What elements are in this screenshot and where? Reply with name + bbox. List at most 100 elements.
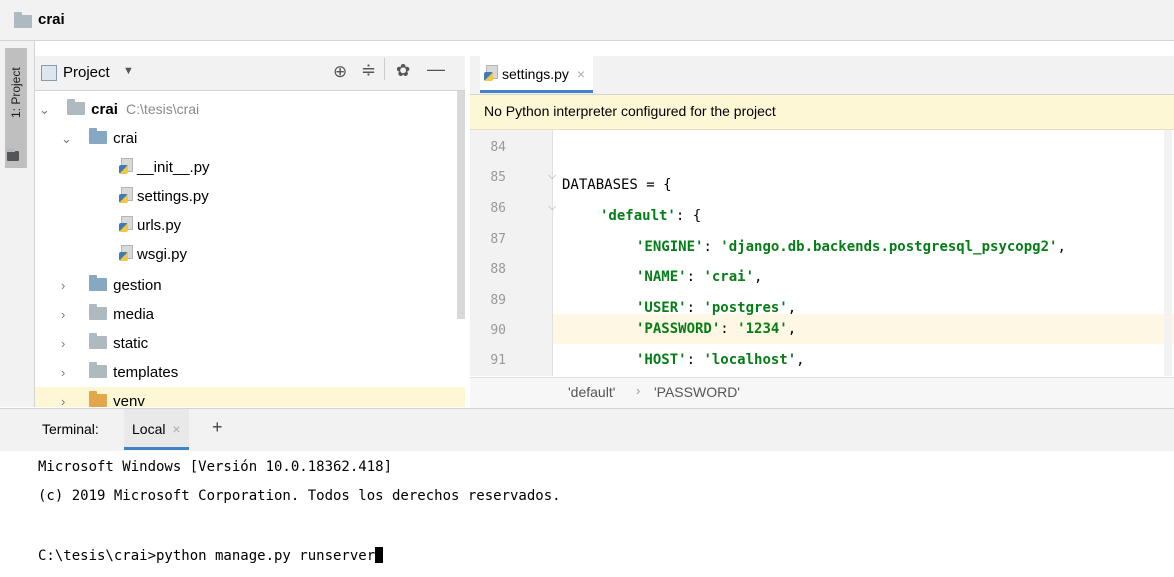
package-folder-icon xyxy=(89,275,108,291)
chevron-right-icon[interactable]: › xyxy=(61,329,75,358)
tool-window-stripe: 1: Project xyxy=(0,41,35,407)
folder-icon xyxy=(7,148,19,161)
chevron-down-icon[interactable]: ⌄ xyxy=(61,124,75,153)
editor-tab-bar: settings.py × xyxy=(470,56,1174,95)
line-number: 90 xyxy=(490,323,506,338)
interpreter-warning-banner: No Python interpreter configured for the… xyxy=(470,95,1174,130)
terminal-body[interactable]: Microsoft Windows [Versión 10.0.18362.41… xyxy=(0,451,1174,577)
terminal-line: Microsoft Windows [Versión 10.0.18362.41… xyxy=(38,459,393,475)
code-line[interactable]: DATABASES = { xyxy=(562,170,672,200)
line-number: 87 xyxy=(490,232,506,247)
close-icon[interactable]: × xyxy=(577,66,585,82)
code-string: 'PASSWORD' xyxy=(636,321,721,337)
project-tool-tab-label: 1: Project xyxy=(9,67,23,119)
chevron-right-icon[interactable]: › xyxy=(61,271,75,300)
tree-item-urls-py[interactable]: urls.py xyxy=(119,211,181,240)
chevron-right-icon: › xyxy=(636,383,641,398)
collapse-icon[interactable]: ≑ xyxy=(361,60,376,81)
terminal-line: (c) 2019 Microsoft Corporation. Todos lo… xyxy=(38,488,561,504)
navigation-bar: crai xyxy=(0,0,1174,41)
chevron-right-icon[interactable]: › xyxy=(61,358,75,387)
tree-item-crai-package[interactable]: ⌄ crai xyxy=(61,124,137,153)
code-string: 'default' xyxy=(600,208,676,224)
project-tool-tab[interactable]: 1: Project xyxy=(5,48,27,168)
folder-icon xyxy=(67,99,86,115)
tree-item-media[interactable]: › media xyxy=(61,300,154,329)
code-line[interactable]: 'ENGINE': 'django.db.backends.postgresql… xyxy=(636,232,1066,262)
locate-icon[interactable]: ⊕ xyxy=(333,62,347,82)
terminal-tab-local[interactable]: Local × xyxy=(124,409,189,450)
chevron-right-icon[interactable]: › xyxy=(61,387,75,407)
terminal-header: Terminal: Local × + xyxy=(0,408,1174,452)
tree-item-init-py[interactable]: __init__.py xyxy=(119,153,210,182)
tree-item-venv[interactable]: › venv xyxy=(35,387,465,407)
python-file-icon xyxy=(119,187,135,203)
tree-item-wsgi-py[interactable]: wsgi.py xyxy=(119,240,187,269)
close-icon[interactable]: × xyxy=(172,421,180,437)
breadcrumb-item[interactable]: 'default' xyxy=(568,384,615,400)
tree-item-label: settings.py xyxy=(137,188,209,205)
python-file-icon xyxy=(119,245,135,261)
tree-item-templates[interactable]: › templates xyxy=(61,358,178,387)
code-string: 'localhost' xyxy=(703,352,797,368)
chevron-right-icon[interactable]: › xyxy=(61,300,75,329)
current-line-highlight xyxy=(470,314,1174,344)
code-text: : xyxy=(686,352,704,368)
terminal-cursor xyxy=(375,547,384,563)
gear-icon[interactable]: ✿ xyxy=(396,61,410,81)
chevron-down-icon[interactable]: ⌄ xyxy=(39,95,53,124)
package-folder-icon xyxy=(89,128,108,144)
terminal-prompt-line[interactable]: C:\tesis\crai>python manage.py runserver xyxy=(38,547,384,564)
project-panel-header: Project ▼ ⊕ ≑ ✿ — xyxy=(35,56,465,91)
code-line[interactable]: 'PASSWORD': '1234', xyxy=(636,314,796,344)
breadcrumb-item[interactable]: 'PASSWORD' xyxy=(654,384,740,400)
code-string: 'crai' xyxy=(703,269,755,285)
tree-item-label: media xyxy=(113,306,155,323)
tree-scrollbar[interactable] xyxy=(457,91,465,319)
line-number: 88 xyxy=(490,262,506,277)
project-view-icon xyxy=(41,65,57,81)
project-view-selector[interactable]: Project xyxy=(63,64,110,81)
tree-item-label: templates xyxy=(113,364,179,381)
code-text: , xyxy=(787,321,797,337)
tree-item-settings-py[interactable]: settings.py xyxy=(119,182,209,211)
fold-icon[interactable]: ⌵ xyxy=(548,170,556,183)
code-text: : xyxy=(686,269,704,285)
code-text: : { xyxy=(675,208,702,224)
add-terminal-button[interactable]: + xyxy=(212,417,223,438)
editor-tab-settings-py[interactable]: settings.py × xyxy=(480,56,594,93)
line-number: 85 xyxy=(490,170,506,185)
editor-tab-label: settings.py xyxy=(502,66,569,82)
chevron-down-icon[interactable]: ▼ xyxy=(123,65,134,77)
tree-item-label: urls.py xyxy=(137,217,182,234)
tree-item-gestion[interactable]: › gestion xyxy=(61,271,162,300)
banner-text: No Python interpreter configured for the… xyxy=(484,103,776,119)
terminal-command: C:\tesis\crai>python manage.py runserver xyxy=(38,548,376,564)
line-number: 84 xyxy=(490,140,506,155)
line-number: 91 xyxy=(490,353,506,368)
tree-item-label: crai xyxy=(91,101,118,118)
code-line[interactable]: 'NAME': 'crai', xyxy=(636,262,762,292)
editor-scrollbar[interactable] xyxy=(1164,130,1172,376)
code-string: 'django.db.backends.postgresql_psycopg2' xyxy=(720,239,1058,255)
tree-item-label: wsgi.py xyxy=(137,246,188,263)
code-string: 'ENGINE' xyxy=(636,239,704,255)
folder-icon xyxy=(89,362,108,378)
navbar-project-name[interactable]: crai xyxy=(38,11,65,28)
tree-item-static[interactable]: › static xyxy=(61,329,148,358)
line-number: 89 xyxy=(490,293,506,308)
divider xyxy=(384,58,385,80)
code-line[interactable]: 'default': { xyxy=(600,201,701,231)
tree-item-label: __init__.py xyxy=(137,159,210,176)
code-text: , xyxy=(754,269,763,285)
code-text: , xyxy=(1057,239,1066,255)
fold-icon[interactable]: ⌵ xyxy=(548,201,556,214)
minimize-icon[interactable]: — xyxy=(427,59,445,80)
code-text: : xyxy=(720,321,738,337)
code-text: , xyxy=(796,352,805,368)
code-line[interactable]: 'HOST': 'localhost', xyxy=(636,345,805,375)
project-tree: ⌄ crai C:\tesis\crai ⌄ crai __init__.py … xyxy=(35,91,465,407)
code-string: 'NAME' xyxy=(636,269,687,285)
tree-item-label: crai xyxy=(113,130,138,147)
tree-item-root[interactable]: ⌄ crai C:\tesis\crai xyxy=(39,95,199,124)
